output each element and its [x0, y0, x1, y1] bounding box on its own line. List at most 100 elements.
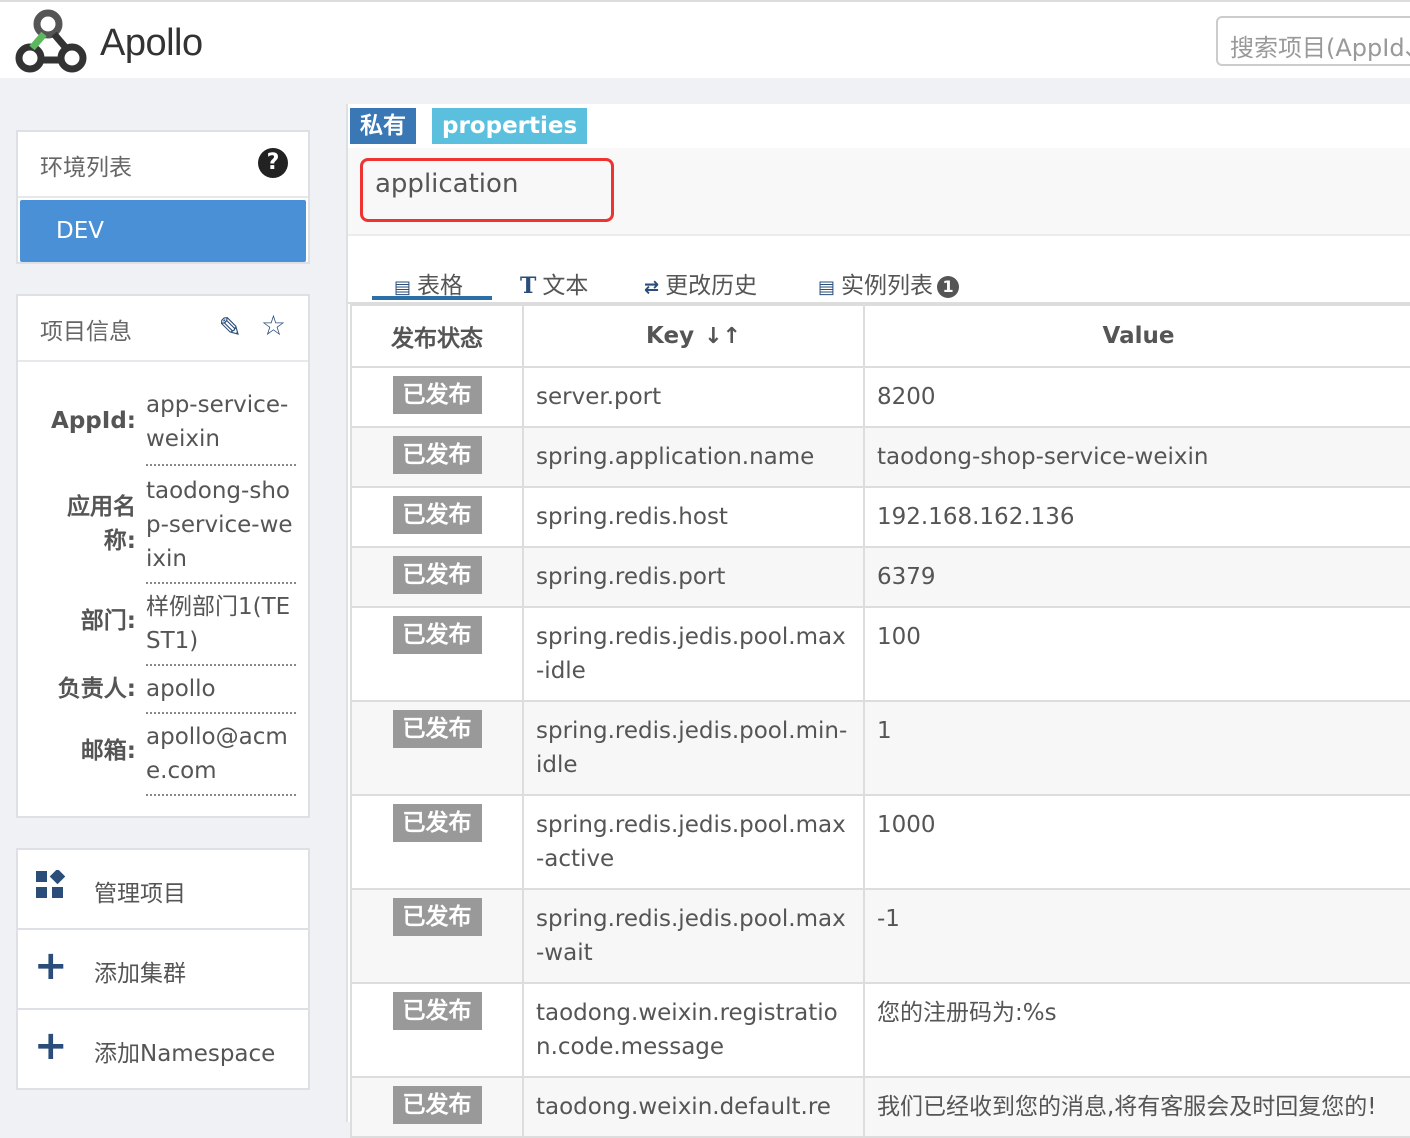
instance-count-badge: 1 — [937, 275, 960, 298]
key-cell: server.port — [522, 366, 865, 428]
info-value: apollo@acme.com — [146, 720, 296, 796]
namespace-panel: 私有 properties application ▤ 表格 T 文本 ⇄ 更改历史 … — [346, 104, 1410, 1138]
value-column-header: Value — [863, 304, 1410, 368]
value-cell: 我们已经收到您的消息,将有客服会及时回复您的! — [863, 1076, 1410, 1138]
tab-instances-label: 实例列表 — [841, 273, 934, 299]
tab-text-label: 文本 — [542, 273, 589, 299]
tab-text[interactable]: T 文本 — [520, 266, 588, 300]
add-cluster-label: 添加集群 — [94, 961, 186, 987]
published-badge: 已发布 — [392, 616, 482, 654]
value-cell: 1 — [863, 700, 1410, 796]
table-icon: ▤ — [394, 277, 412, 298]
published-badge: 已发布 — [392, 436, 482, 474]
view-tabs: ▤ 表格 T 文本 ⇄ 更改历史 ▤ 实例列表 1 — [348, 264, 1410, 304]
manage-project-button[interactable]: 管理项目 — [18, 850, 308, 930]
status-cell: 已发布 — [350, 486, 524, 548]
published-badge: 已发布 — [392, 376, 482, 414]
published-badge: 已发布 — [392, 496, 482, 534]
dashboard-icon — [34, 868, 66, 902]
env-list-panel: 环境列表 ? DEV — [16, 130, 310, 264]
add-namespace-label: 添加Namespace — [94, 1041, 276, 1067]
value-cell: -1 — [863, 888, 1410, 984]
key-column-header[interactable]: Key ↓↑ — [522, 304, 865, 368]
table-row[interactable]: 已发布 spring.redis.port 6379 — [350, 546, 1410, 608]
info-label: 负责人: — [57, 676, 136, 702]
published-badge: 已发布 — [392, 1086, 482, 1124]
info-value: apollo — [146, 672, 296, 714]
value-cell: 您的注册码为:%s — [863, 982, 1410, 1078]
table-row[interactable]: 已发布 spring.redis.jedis.pool.max-wait -1 — [350, 888, 1410, 984]
tab-instances[interactable]: ▤ 实例列表 1 — [818, 266, 960, 300]
table-row[interactable]: 已发布 spring.application.name taodong-shop-s… — [350, 426, 1410, 488]
table-row[interactable]: 已发布 server.port 8200 — [350, 366, 1410, 428]
table-row[interactable]: 已发布 taodong.weixin.registration.code.mess… — [350, 982, 1410, 1078]
tab-history[interactable]: ⇄ 更改历史 — [644, 266, 757, 300]
info-value: 样例部门1(TEST1) — [146, 590, 296, 666]
plus-icon: + — [34, 943, 68, 989]
project-info-header: 项目信息 ✎ ☆ — [18, 296, 308, 362]
key-cell: spring.redis.port — [522, 546, 865, 608]
search-input[interactable]: 搜索项目(AppId、项目名) — [1216, 16, 1410, 66]
top-header: Apollo 搜索项目(AppId、项目名) — [0, 0, 1410, 78]
info-value: app-service-weixin — [146, 388, 296, 466]
published-badge: 已发布 — [392, 898, 482, 936]
published-badge: 已发布 — [392, 804, 482, 842]
value-cell: 6379 — [863, 546, 1410, 608]
info-label: 邮箱: — [80, 738, 136, 764]
plus-icon: + — [34, 1023, 68, 1069]
table-row[interactable]: 已发布 spring.redis.jedis.pool.max-active 100… — [350, 794, 1410, 890]
manage-project-label: 管理项目 — [94, 881, 186, 907]
status-cell: 已发布 — [350, 546, 524, 608]
apollo-logo-icon — [15, 9, 87, 73]
table-header-row: 发布状态 Key ↓↑ Value — [350, 304, 1410, 368]
tab-history-label: 更改历史 — [665, 273, 758, 299]
value-cell: taodong-shop-service-weixin — [863, 426, 1410, 488]
table-row[interactable]: 已发布 spring.redis.jedis.pool.max-idle 100 — [350, 606, 1410, 702]
info-value: taodong-shop-service-weixin — [146, 474, 296, 584]
env-item-dev[interactable]: DEV — [20, 200, 306, 262]
published-badge: 已发布 — [392, 556, 482, 594]
question-circle-icon[interactable]: ? — [258, 148, 288, 178]
key-header-label: Key — [646, 323, 695, 349]
key-cell: taodong.weixin.registration.code.message — [522, 982, 865, 1078]
history-icon: ⇄ — [644, 277, 660, 298]
value-cell: 192.168.162.136 — [863, 486, 1410, 548]
brand-name[interactable]: Apollo — [100, 22, 203, 65]
scope-tag: 私有 — [350, 108, 416, 144]
info-label: AppId: — [51, 408, 136, 434]
info-label: 应用名称: — [67, 494, 136, 554]
text-icon: T — [520, 273, 537, 299]
add-namespace-button[interactable]: + 添加Namespace — [18, 1010, 308, 1088]
value-cell: 8200 — [863, 366, 1410, 428]
status-cell: 已发布 — [350, 888, 524, 984]
status-cell: 已发布 — [350, 606, 524, 702]
value-cell: 100 — [863, 606, 1410, 702]
actions-panel: 管理项目 + 添加集群 + 添加Namespace — [16, 848, 310, 1090]
key-cell: taodong.weixin.default.re — [522, 1076, 865, 1138]
key-cell: spring.redis.jedis.pool.max-idle — [522, 606, 865, 702]
status-cell: 已发布 — [350, 700, 524, 796]
info-label: 部门: — [80, 608, 136, 634]
edit-icon[interactable]: ✎ — [219, 314, 242, 342]
active-tab-indicator — [372, 296, 492, 300]
table-row[interactable]: 已发布 taodong.weixin.default.re 我们已经收到您的消息,将… — [350, 1076, 1410, 1138]
namespace-name: application — [360, 158, 614, 222]
table-row[interactable]: 已发布 spring.redis.host 192.168.162.136 — [350, 486, 1410, 548]
config-table: 发布状态 Key ↓↑ Value 已发布 server.port 8200 已发布 sp… — [350, 304, 1410, 1138]
instance-list-icon: ▤ — [818, 277, 836, 298]
add-cluster-button[interactable]: + 添加集群 — [18, 930, 308, 1010]
status-cell: 已发布 — [350, 426, 524, 488]
key-cell: spring.redis.jedis.pool.min-idle — [522, 700, 865, 796]
status-column-header: 发布状态 — [350, 304, 524, 368]
env-list-title: 环境列表 — [40, 155, 132, 181]
status-cell: 已发布 — [350, 794, 524, 890]
status-cell: 已发布 — [350, 366, 524, 428]
key-cell: spring.redis.jedis.pool.max-active — [522, 794, 865, 890]
format-tag: properties — [432, 108, 588, 144]
star-icon[interactable]: ☆ — [261, 312, 286, 340]
table-row[interactable]: 已发布 spring.redis.jedis.pool.min-idle 1 — [350, 700, 1410, 796]
key-cell: spring.redis.host — [522, 486, 865, 548]
sort-icon[interactable]: ↓↑ — [704, 324, 741, 349]
tab-table[interactable]: ▤ 表格 — [394, 266, 463, 300]
key-cell: spring.redis.jedis.pool.max-wait — [522, 888, 865, 984]
